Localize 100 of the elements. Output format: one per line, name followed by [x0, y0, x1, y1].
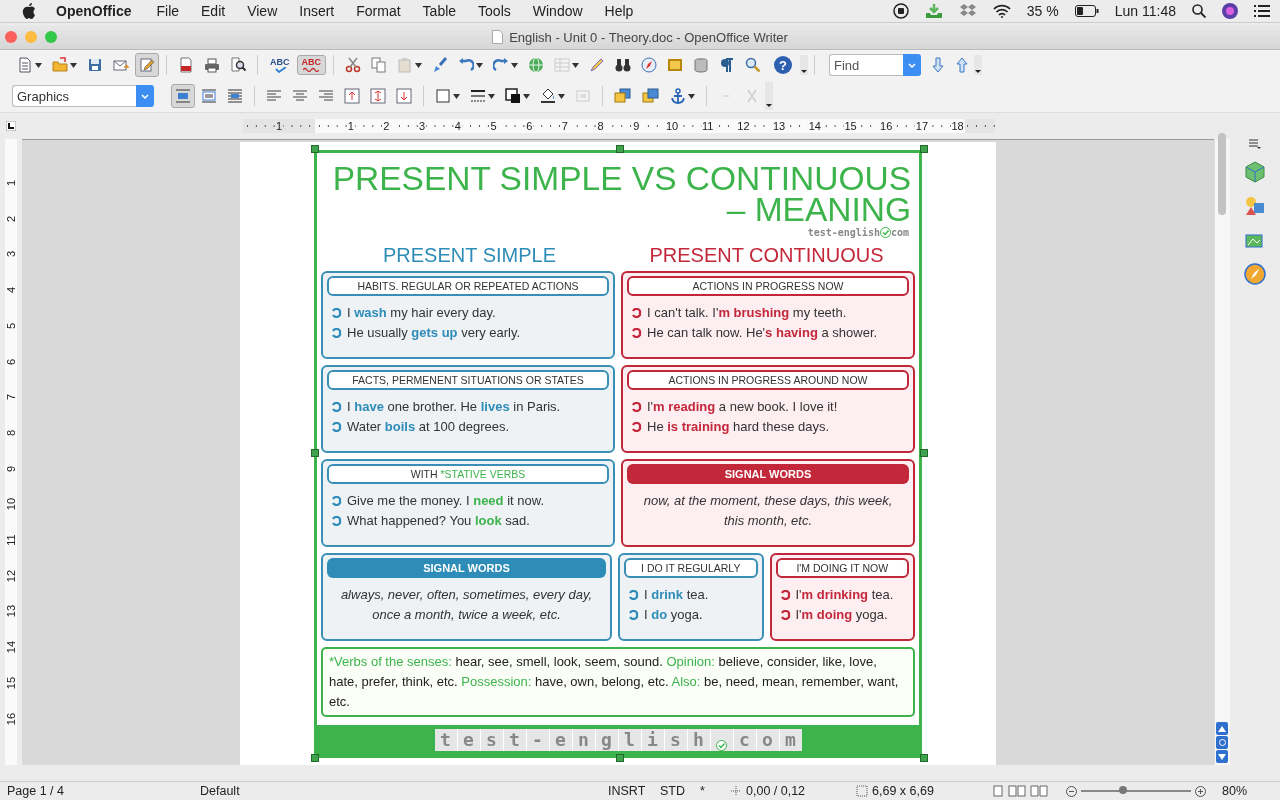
chevron-icon[interactable]: [908, 62, 916, 68]
caret-icon[interactable]: [35, 62, 42, 68]
selection-handle[interactable]: [311, 754, 319, 762]
selection-handle[interactable]: [920, 145, 928, 153]
menu-item[interactable]: View: [236, 3, 289, 19]
download-tray-icon[interactable]: [924, 3, 943, 19]
menu-item[interactable]: File: [145, 3, 191, 19]
style-dropdown[interactable]: Graphics: [12, 85, 136, 107]
align-left-icon[interactable]: [266, 88, 282, 104]
horizontal-ruler[interactable]: 1 1 2 3 4 5 6 7 8 9 10 11 12 13 14 15 16 17 18: [243, 119, 995, 133]
selection-handle[interactable]: [616, 145, 624, 153]
menu-item[interactable]: Window: [521, 3, 594, 19]
redo-icon[interactable]: [493, 57, 509, 73]
clipboard-icon[interactable]: [397, 57, 413, 73]
undo-icon[interactable]: [458, 57, 474, 73]
align-right-icon[interactable]: [318, 88, 334, 104]
align-center-icon[interactable]: [292, 88, 308, 104]
paintbrush-icon[interactable]: [432, 57, 448, 73]
overflow-caret-icon[interactable]: [800, 55, 808, 75]
shapes-icon[interactable]: [1244, 195, 1266, 217]
insert-mode[interactable]: INSRT: [608, 784, 660, 798]
wifi-icon[interactable]: [992, 4, 1011, 18]
scissors-icon[interactable]: [345, 57, 361, 73]
find-field[interactable]: Find: [829, 54, 903, 76]
caret-icon[interactable]: [511, 62, 518, 68]
close-window-button[interactable]: [5, 31, 17, 43]
bring-forward-icon[interactable]: [614, 88, 632, 104]
text-wrap-button[interactable]: [171, 84, 195, 108]
menu-item[interactable]: Insert: [288, 3, 346, 19]
globe-icon[interactable]: [528, 57, 544, 73]
copy-icon[interactable]: [371, 57, 387, 73]
menu-item[interactable]: Format: [345, 3, 412, 19]
sidebar-menu-icon[interactable]: [1249, 139, 1261, 149]
zoom-in-icon[interactable]: [1195, 785, 1206, 797]
next-page-button[interactable]: [1216, 750, 1228, 763]
style-dropdown-button[interactable]: [136, 85, 154, 107]
single-page-view-icon[interactable]: [992, 785, 1004, 797]
search-icon[interactable]: [1192, 4, 1206, 18]
pen-icon[interactable]: [589, 57, 605, 73]
zoom-out-icon[interactable]: [1066, 785, 1077, 797]
selection-handle[interactable]: [311, 145, 319, 153]
page-magnifier-icon[interactable]: [230, 57, 246, 73]
chevron-icon[interactable]: [141, 93, 149, 99]
binoculars-icon[interactable]: [615, 57, 631, 73]
app-menu[interactable]: OpenOffice: [36, 3, 146, 19]
find-dropdown-button[interactable]: [903, 54, 921, 76]
align-middle-icon[interactable]: [370, 88, 386, 104]
help-button[interactable]: ?: [774, 56, 792, 74]
printer-icon[interactable]: [204, 57, 220, 73]
edit-mode-button[interactable]: [135, 53, 159, 77]
overflow-caret-icon[interactable]: [765, 82, 773, 110]
line-style-icon[interactable]: [470, 88, 486, 104]
zoom-percent[interactable]: 80%: [1206, 784, 1248, 798]
menu-clock[interactable]: Lun 11:48: [1114, 3, 1176, 19]
previous-page-button[interactable]: [1216, 722, 1228, 735]
auto-spellcheck-button[interactable]: ABC: [296, 55, 326, 75]
pdf-document-icon[interactable]: [178, 57, 194, 73]
caret-icon[interactable]: [415, 62, 422, 68]
fill-bucket-icon[interactable]: [540, 88, 556, 104]
envelope-icon[interactable]: [113, 57, 129, 73]
arrow-up-icon[interactable]: [955, 57, 969, 73]
menu-item[interactable]: Help: [593, 3, 645, 19]
record-icon[interactable]: [892, 3, 909, 19]
picture-frame-icon[interactable]: [667, 57, 683, 73]
anchor-icon[interactable]: [670, 88, 686, 104]
caret-icon[interactable]: [70, 62, 77, 68]
tab-stop-icon[interactable]: [6, 121, 16, 131]
menu-item[interactable]: Edit: [190, 3, 237, 19]
two-page-view-icon[interactable]: [1008, 785, 1026, 797]
scrollbar-thumb[interactable]: [1218, 133, 1226, 215]
compass-icon[interactable]: [641, 57, 657, 73]
infographic[interactable]: [314, 150, 922, 758]
caret-icon[interactable]: [572, 62, 579, 68]
overflow-caret-icon[interactable]: [974, 55, 982, 75]
menu-item[interactable]: Tools: [467, 3, 522, 19]
list-icon[interactable]: [1254, 5, 1270, 17]
apple-icon[interactable]: [22, 3, 36, 19]
line-color-icon[interactable]: [505, 88, 521, 104]
database-icon[interactable]: [693, 57, 709, 73]
caret-icon[interactable]: [523, 93, 530, 99]
pilcrow-icon[interactable]: [719, 57, 735, 73]
caret-icon[interactable]: [688, 93, 695, 99]
arrow-down-icon[interactable]: [931, 57, 945, 73]
caret-icon[interactable]: [476, 62, 483, 68]
selection-handle[interactable]: [920, 754, 928, 762]
battery-icon[interactable]: [1074, 5, 1099, 17]
compass-icon[interactable]: [1244, 263, 1266, 285]
selection-mode[interactable]: STD: [660, 784, 700, 798]
orb-icon[interactable]: [1222, 3, 1238, 19]
spellcheck-button[interactable]: ABC: [265, 54, 295, 76]
cube-icon[interactable]: [1244, 161, 1266, 183]
selection-handle[interactable]: [920, 449, 928, 457]
book-view-icon[interactable]: [1030, 785, 1048, 797]
selection-handle[interactable]: [311, 449, 319, 457]
align-top-icon[interactable]: [344, 88, 360, 104]
navigation-button[interactable]: [1216, 736, 1228, 749]
caret-icon[interactable]: [558, 93, 565, 99]
selection-handle[interactable]: [616, 754, 624, 762]
caret-icon[interactable]: [488, 93, 495, 99]
magnifier-icon[interactable]: [745, 57, 761, 73]
